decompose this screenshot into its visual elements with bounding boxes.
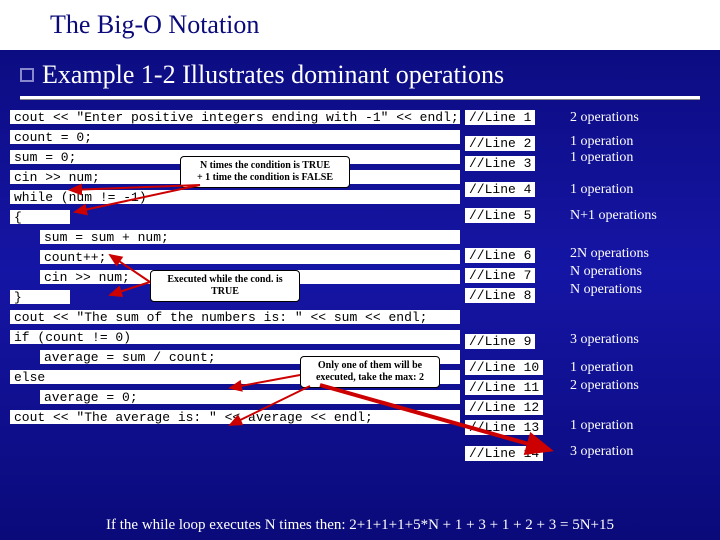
line-comment-11: //Line 11	[465, 380, 543, 395]
callout-line: executed, take the max: 2	[307, 372, 433, 384]
callout-line: Only one of them will be	[307, 360, 433, 372]
op-annot-6: 2N operations	[570, 246, 649, 262]
subtitle-text: Example 1-2 Illustrates dominant operati…	[42, 60, 504, 90]
callout-line: TRUE	[157, 286, 293, 298]
bullet-icon	[20, 68, 34, 82]
code-line-10: if (count != 0)	[10, 330, 460, 344]
code-line-6: sum = sum + num;	[40, 230, 460, 244]
line-comment-4: //Line 4	[465, 182, 535, 197]
line-comment-2: //Line 2	[465, 136, 535, 151]
line-comment-13: //Line 13	[465, 420, 543, 435]
code-line-7: count++;	[40, 250, 460, 264]
op-annot-9: 3 operations	[570, 332, 639, 348]
op-annot-10: 1 operation	[570, 360, 633, 376]
subtitle-row: Example 1-2 Illustrates dominant operati…	[0, 50, 720, 94]
code-line-13: average = 0;	[40, 390, 460, 404]
line-comment-7: //Line 7	[465, 268, 535, 283]
code-brace-open: {	[10, 210, 70, 224]
callout-line: + 1 time the condition is FALSE	[187, 172, 343, 184]
line-comment-14: //Line 14	[465, 446, 543, 461]
code-line-2: count = 0;	[10, 130, 460, 144]
footer-formula: If the while loop executes N times then:…	[0, 517, 720, 534]
callout-while-condition: N times the condition is TRUE + 1 time t…	[180, 156, 350, 188]
line-comment-1: //Line 1	[465, 110, 535, 125]
op-annot-14: 3 operation	[570, 444, 633, 460]
code-brace-close: }	[10, 290, 70, 304]
op-annot-13: 1 operation	[570, 418, 633, 434]
slide-title: The Big-O Notation	[0, 0, 720, 50]
op-annot-7: N operations	[570, 264, 642, 280]
callout-executed-true: Executed while the cond. is TRUE	[150, 270, 300, 302]
line-comment-8: //Line 8	[465, 288, 535, 303]
callout-only-one: Only one of them will be executed, take …	[300, 356, 440, 388]
line-comment-5: //Line 5	[465, 208, 535, 223]
op-annot-5: N+1 operations	[570, 208, 657, 224]
code-line-9: cout << "The sum of the numbers is: " <<…	[10, 310, 460, 324]
op-annot-3: 1 operation	[570, 150, 633, 166]
callout-line: Executed while the cond. is	[157, 274, 293, 286]
line-comment-10: //Line 10	[465, 360, 543, 375]
code-line-1: cout << "Enter positive integers ending …	[10, 110, 460, 124]
op-annot-4: 1 operation	[570, 182, 633, 198]
code-line-5: while (num != -1)	[10, 190, 460, 204]
line-comment-12: //Line 12	[465, 400, 543, 415]
op-annot-11: 2 operations	[570, 378, 639, 394]
code-area: cout << "Enter positive integers ending …	[0, 100, 720, 460]
line-comment-6: //Line 6	[465, 248, 535, 263]
code-line-14: cout << "The average is: " << average <<…	[10, 410, 460, 424]
op-annot-1: 2 operations	[570, 110, 639, 126]
line-comment-9: //Line 9	[465, 334, 535, 349]
callout-line: N times the condition is TRUE	[187, 160, 343, 172]
op-annot-8: N operations	[570, 282, 642, 298]
op-annot-2: 1 operation	[570, 134, 633, 150]
line-comment-3: //Line 3	[465, 156, 535, 171]
